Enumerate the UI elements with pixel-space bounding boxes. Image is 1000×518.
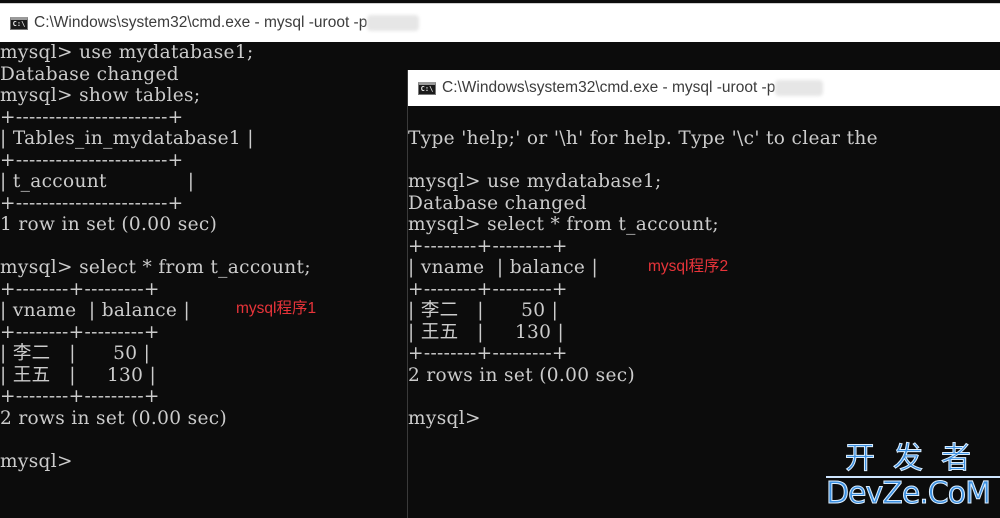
console-line: mysql> select * from t_account;	[408, 214, 719, 235]
annotation-mysql-1: mysql程序1	[236, 300, 317, 317]
watermark-chinese: 开发者	[825, 441, 1000, 478]
console-line: Database changed	[408, 192, 587, 214]
annotation-mysql-2: mysql程序2	[648, 258, 729, 275]
console-line: mysql> use mydatabase1;	[0, 42, 254, 63]
console-line: | 王五 | 130 |	[408, 321, 565, 343]
console-line: mysql>	[408, 407, 481, 429]
console-line: 2 rows in set (0.00 sec)	[408, 364, 636, 386]
window-2-titlebar[interactable]: C:\ C:\Windows\system32\cmd.exe - mysql …	[408, 70, 1000, 106]
console-line: | 李二 | 50 |	[408, 300, 559, 321]
window-2-title: C:\Windows\system32\cmd.exe - mysql -uro…	[442, 79, 776, 96]
window-1-titlebar[interactable]: C:\ C:\Windows\system32\cmd.exe - mysql …	[0, 3, 1000, 42]
redacted-password	[775, 80, 824, 96]
console-line: Type 'help;' or '\h' for help. Type '\c'…	[408, 128, 878, 149]
console-line: +--------+---------+	[408, 343, 568, 364]
console-line: +--------+---------+	[408, 278, 568, 300]
redacted-password	[367, 15, 420, 31]
cmd-icon: C:\	[418, 81, 436, 95]
window-1-title: C:\Windows\system32\cmd.exe - mysql -uro…	[34, 14, 368, 31]
watermark-english: DevZe.CoM	[825, 476, 991, 511]
cmd-icon: C:\	[10, 16, 28, 30]
watermark-logo: 开发者 DevZe.CoM	[825, 441, 1000, 511]
console-line: mysql> use mydatabase1;	[408, 171, 662, 192]
